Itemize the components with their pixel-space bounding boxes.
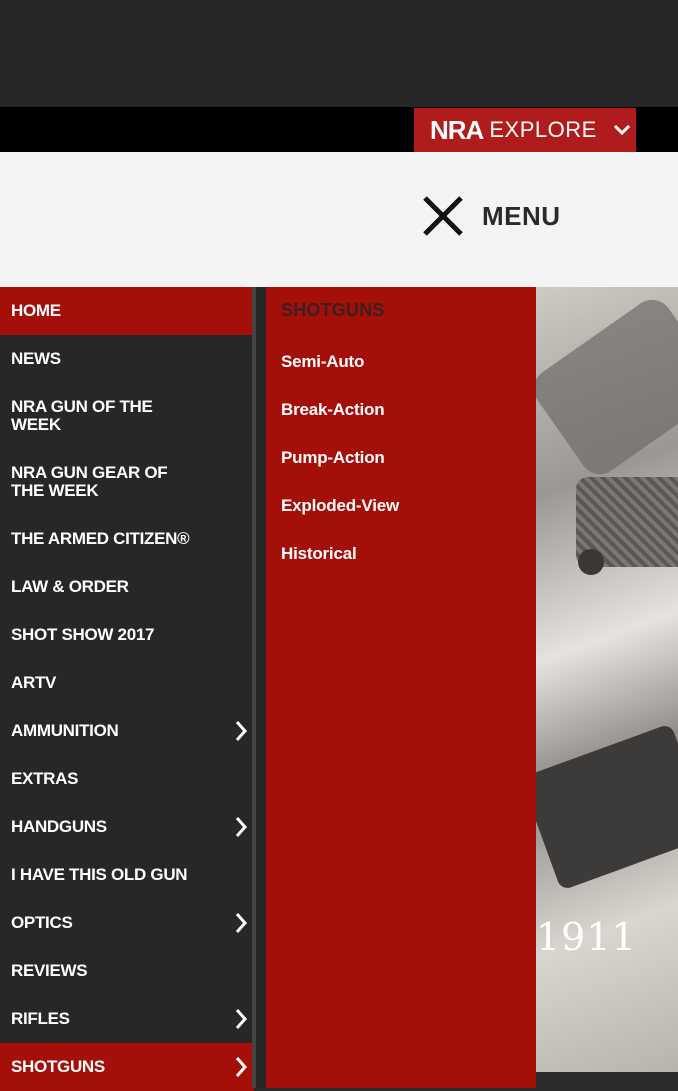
nav-item-armed-citizen[interactable]: THE ARMED CITIZEN® — [0, 515, 254, 563]
submenu-item-break-action[interactable]: Break-Action — [281, 400, 385, 420]
nav-item-gun-of-the-week[interactable]: NRA GUN OF THE WEEK — [0, 383, 254, 449]
nav-item-home[interactable]: HOME — [0, 287, 254, 335]
nav-item-label: SHOTGUNS — [11, 1057, 105, 1076]
close-menu-button[interactable]: MENU — [420, 193, 561, 239]
nav-item-label: THE ARMED CITIZEN® — [11, 529, 190, 548]
nav-item-label: ARTV — [11, 673, 57, 692]
nav-item-shot-show-2017[interactable]: SHOT SHOW 2017 — [0, 611, 254, 659]
nav-divider — [252, 287, 256, 1088]
nav-item-reviews[interactable]: REVIEWS — [0, 947, 254, 995]
nav-item-optics[interactable]: OPTICS — [0, 899, 254, 947]
nav-item-rifles[interactable]: RIFLES — [0, 995, 254, 1043]
submenu-item-pump-action[interactable]: Pump-Action — [281, 448, 385, 468]
main-nav: HOME NEWS NRA GUN OF THE WEEK NRA GUN GE… — [0, 287, 266, 1091]
menu-label: MENU — [482, 200, 561, 231]
nav-item-label: HANDGUNS — [11, 817, 107, 836]
nav-item-label: LAW & ORDER — [11, 577, 129, 596]
chevron-right-icon — [235, 1009, 248, 1029]
nav-item-handguns[interactable]: HANDGUNS — [0, 803, 254, 851]
nav-item-news[interactable]: NEWS — [0, 335, 254, 383]
nav-item-label: NRA GUN GEAR OF THE WEEK — [11, 463, 168, 500]
chevron-right-icon — [235, 721, 248, 741]
nav-item-i-have-this-old-gun[interactable]: I HAVE THIS OLD GUN — [0, 851, 254, 899]
nav-item-artv[interactable]: ARTV — [0, 659, 254, 707]
nav-item-ammunition[interactable]: AMMUNITION — [0, 707, 254, 755]
nav-item-gun-gear-of-the-week[interactable]: NRA GUN GEAR OF THE WEEK — [0, 449, 254, 515]
chevron-right-icon — [235, 817, 248, 837]
nav-item-label: EXTRAS — [11, 769, 79, 788]
nav-item-label: NRA GUN OF THE WEEK — [11, 397, 153, 434]
nav-item-label: NEWS — [11, 349, 61, 368]
chevron-right-icon — [235, 1057, 248, 1077]
close-icon — [423, 196, 463, 236]
submenu-title: SHOTGUNS — [281, 300, 385, 320]
hero-caption: 1911 — [536, 915, 637, 959]
nra-explore-button[interactable]: NRA EXPLORE — [414, 108, 636, 152]
top-bar — [0, 0, 678, 107]
nav-item-label: RIFLES — [11, 1009, 70, 1028]
nav-item-label: SHOT SHOW 2017 — [11, 625, 155, 644]
nav-item-label: AMMUNITION — [11, 721, 119, 740]
submenu-item-semi-auto[interactable]: Semi-Auto — [281, 352, 364, 372]
explore-label: EXPLORE — [489, 117, 597, 142]
nav-item-shotguns[interactable]: SHOTGUNS — [0, 1043, 254, 1091]
nav-item-label: REVIEWS — [11, 961, 88, 980]
site-header — [0, 152, 678, 287]
nav-item-label: HOME — [11, 301, 61, 320]
submenu-item-exploded-view[interactable]: Exploded-View — [281, 496, 399, 516]
nav-item-extras[interactable]: EXTRAS — [0, 755, 254, 803]
nav-item-label: OPTICS — [11, 913, 73, 932]
chevron-down-icon — [613, 124, 630, 136]
chevron-right-icon — [235, 913, 248, 933]
nav-item-label: I HAVE THIS OLD GUN — [11, 865, 188, 884]
submenu-item-historical[interactable]: Historical — [281, 544, 357, 564]
nav-item-law-and-order[interactable]: LAW & ORDER — [0, 563, 254, 611]
nra-logo-text: NRA — [430, 114, 484, 145]
